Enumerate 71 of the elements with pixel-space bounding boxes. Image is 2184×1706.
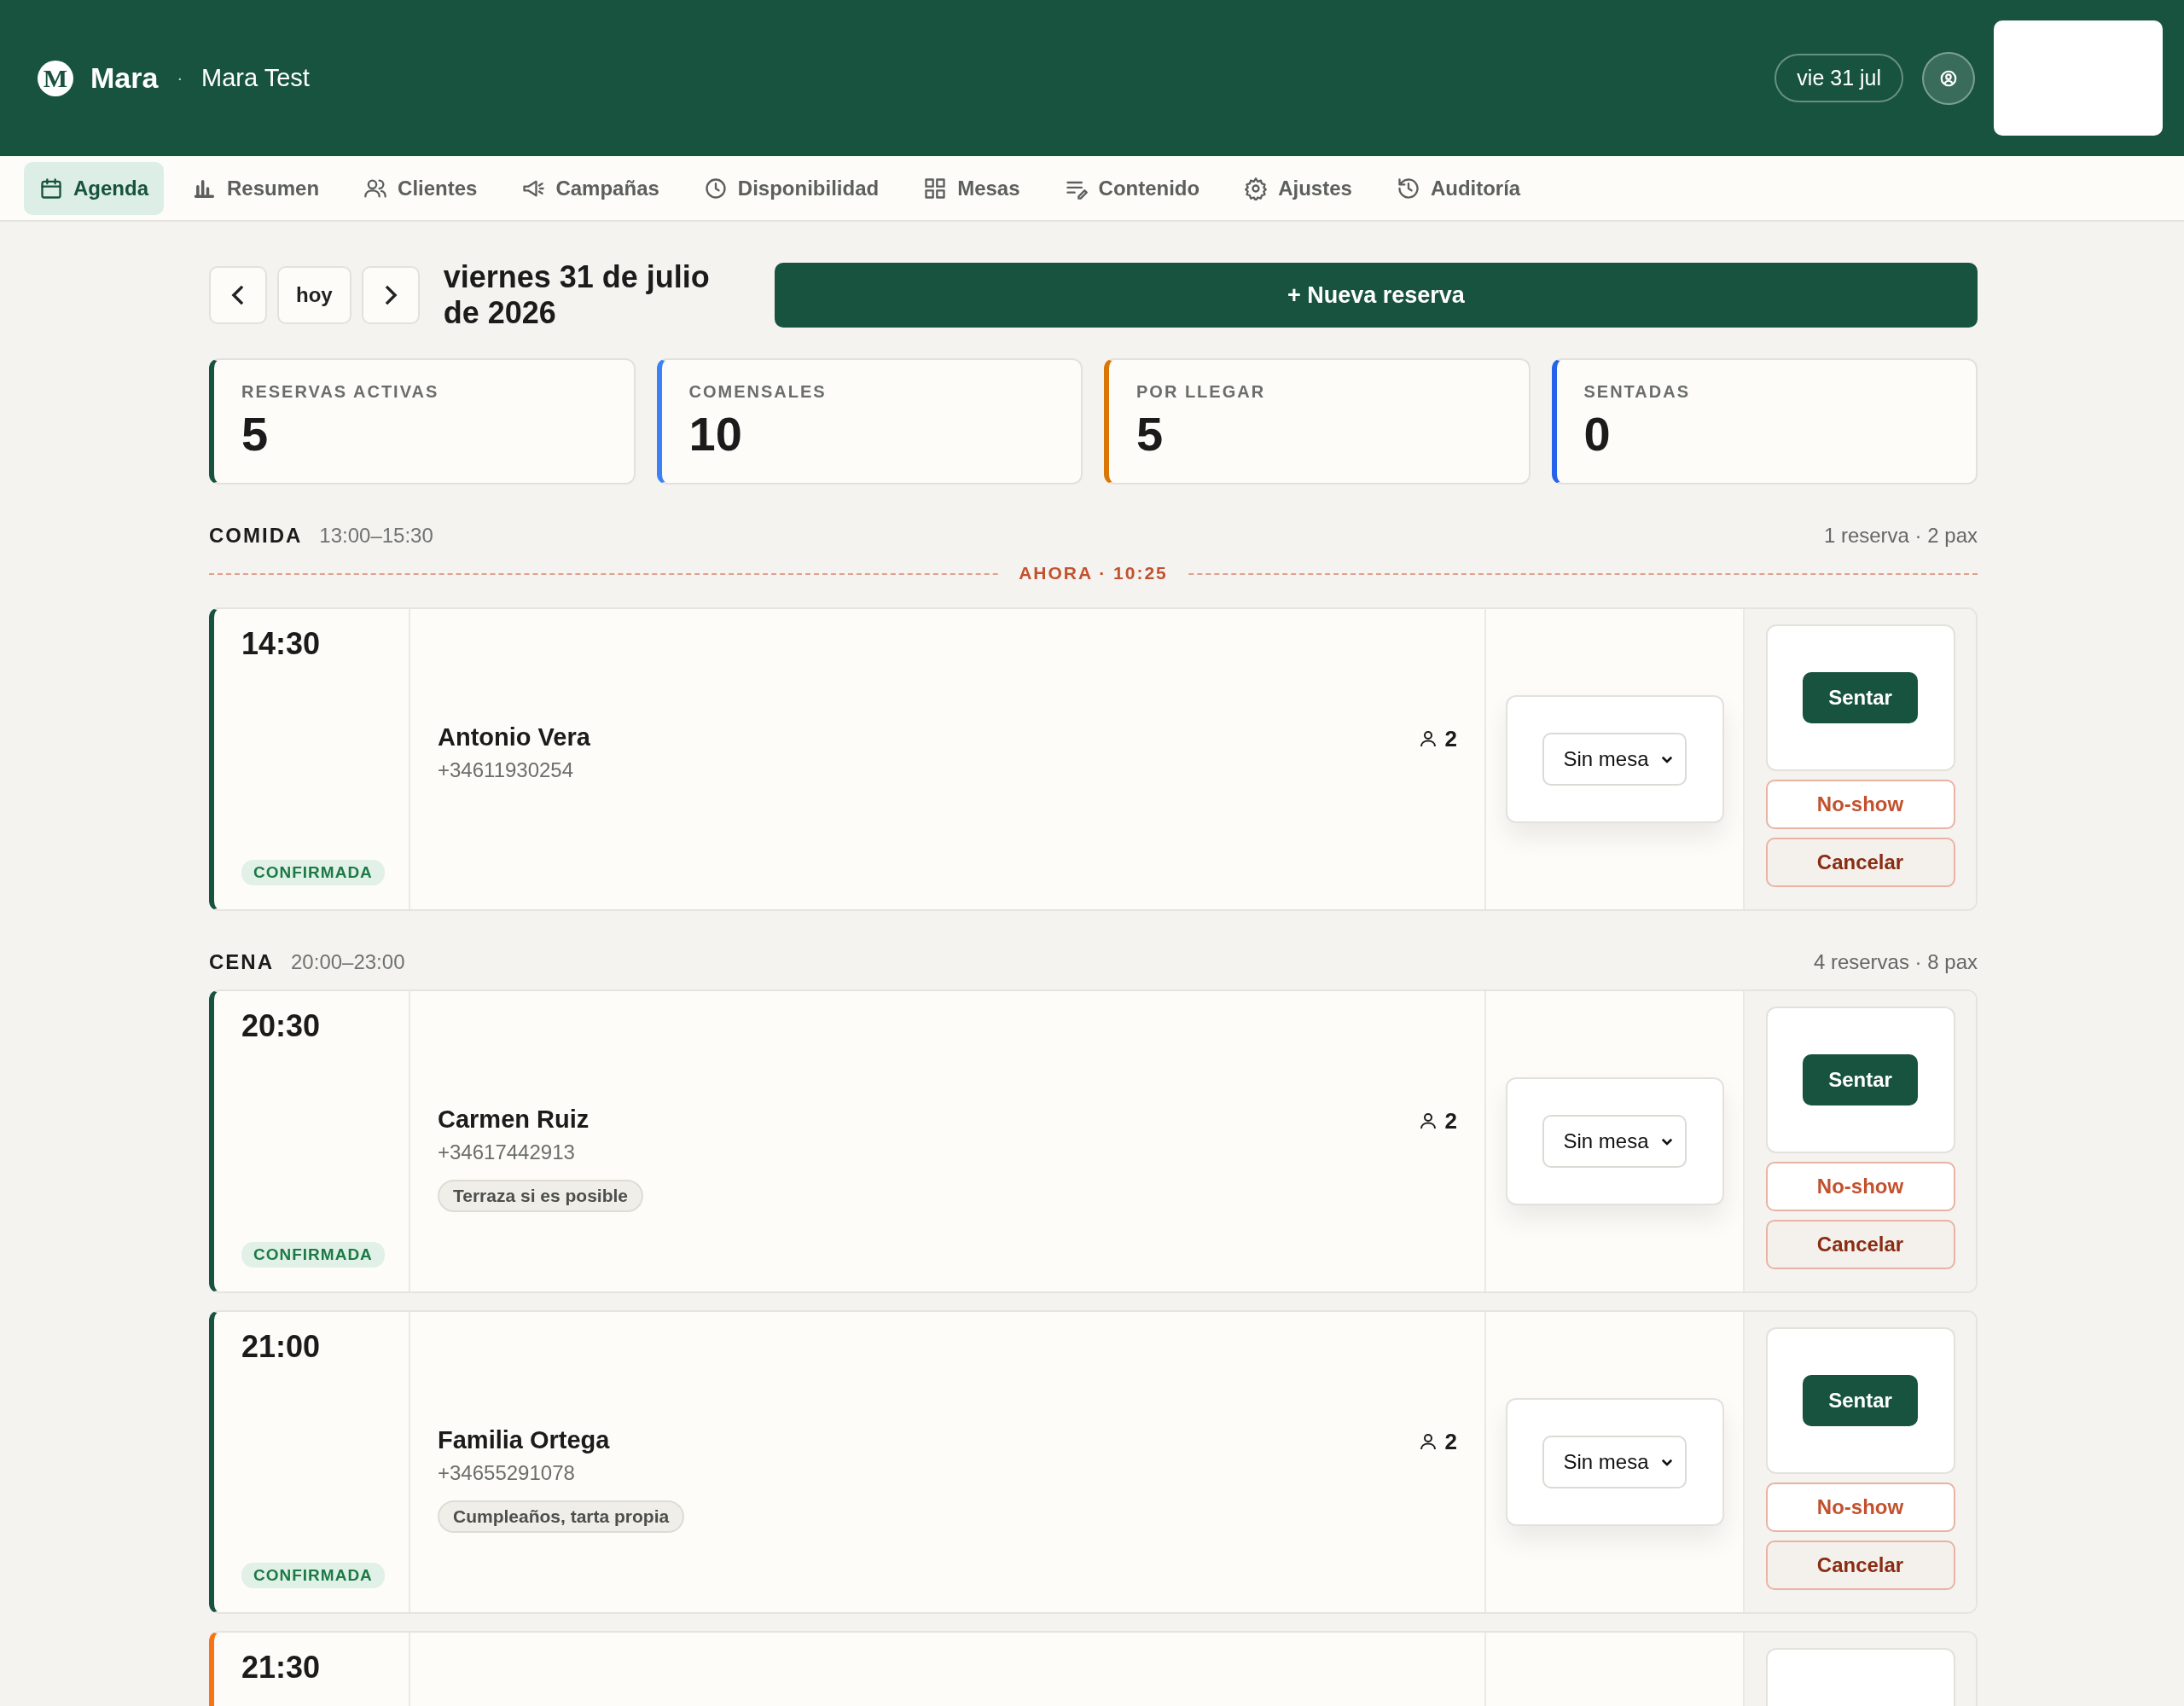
- guest-phone: +34611930254: [438, 758, 574, 782]
- stat-value: 5: [241, 410, 270, 458]
- user-circle-icon: [1939, 68, 1958, 88]
- service-hours: 13:00–15:30: [319, 524, 433, 548]
- status-label: CONFIRMADA: [241, 1242, 385, 1268]
- reservation-time: 21:30: [241, 1650, 321, 1686]
- nav-tab[interactable]: Contenido: [1048, 161, 1216, 215]
- clock-icon: [703, 176, 728, 200]
- seat-button[interactable]: Sentar: [1803, 672, 1918, 723]
- reservation-note: Terraza si es posible: [438, 1180, 644, 1212]
- guest-name: Familia Ortega: [438, 1426, 610, 1454]
- table-select[interactable]: Sin mesa: [1542, 1115, 1687, 1168]
- reservation-time: 21:00: [241, 1329, 321, 1365]
- no-show-button[interactable]: No-show: [1765, 780, 1955, 829]
- cancel-button[interactable]: Cancelar: [1765, 838, 1955, 887]
- seat-button[interactable]: Sentar: [1803, 1054, 1918, 1105]
- stat-value: 10: [688, 410, 743, 458]
- venue-name: Mara Test: [201, 64, 310, 92]
- today-button[interactable]: hoy: [277, 266, 351, 324]
- nav-tab[interactable]: Mesas: [908, 161, 1036, 215]
- separator-dot: ·: [177, 68, 183, 88]
- reservation-time: 14:30: [241, 626, 321, 662]
- logo-icon: M: [38, 60, 73, 96]
- grid-icon: [923, 176, 948, 200]
- status-label: CONFIRMADA: [241, 860, 385, 885]
- seat-button[interactable]: Sentar: [1803, 1375, 1918, 1426]
- service-summary: 1 reserva · 2 pax: [1823, 524, 1978, 548]
- date-title: viernes 31 de julio de 2026: [443, 259, 711, 331]
- next-button[interactable]: [361, 266, 420, 324]
- nav-tab[interactable]: Ajustes: [1228, 161, 1368, 215]
- nav-tab[interactable]: Clientes: [348, 161, 493, 215]
- guest-name: Antonio Vera: [438, 723, 590, 751]
- date-pill[interactable]: vie 31 jul: [1774, 54, 1903, 102]
- guest-phone: +34617442913: [438, 1140, 575, 1164]
- nav-tab[interactable]: Auditoría: [1380, 161, 1536, 215]
- nav-tab[interactable]: Resumen: [177, 161, 335, 215]
- cancel-button[interactable]: Cancelar: [1765, 1541, 1955, 1590]
- nav-tab[interactable]: Disponibilidad: [688, 161, 895, 215]
- reservation-time: 20:30: [241, 1008, 321, 1044]
- guest-name: Carmen Ruiz: [438, 1105, 590, 1134]
- table-select[interactable]: Sin mesa: [1542, 1436, 1687, 1488]
- guest-count: 2: [1444, 1428, 1457, 1455]
- no-show-button[interactable]: No-show: [1765, 1483, 1955, 1532]
- reservation-note: Cumpleaños, tarta propia: [438, 1500, 685, 1533]
- chevron-left-icon: [231, 284, 245, 306]
- stat-label: RESERVAS ACTIVAS: [241, 382, 440, 402]
- table-select[interactable]: Sin mesa: [1542, 733, 1687, 786]
- cancel-button[interactable]: Cancelar: [1765, 1220, 1955, 1269]
- service-name: COMIDA: [209, 524, 303, 548]
- no-show-button[interactable]: No-show: [1765, 1162, 1955, 1211]
- guest-phone: +34655291078: [438, 1461, 575, 1485]
- chevron-right-icon: [383, 284, 398, 306]
- guest-count: 2: [1444, 725, 1457, 752]
- calendar-icon: [39, 176, 63, 200]
- previous-button[interactable]: [209, 266, 267, 324]
- service-name: CENA: [209, 950, 274, 974]
- stat-label: SENTADAS: [1583, 382, 1692, 402]
- stat-value: 0: [1583, 410, 1612, 458]
- brand-name: Mara: [90, 61, 159, 95]
- stat-value: 5: [1136, 410, 1165, 458]
- stat-label: POR LLEGAR: [1136, 382, 1267, 402]
- service-summary: 4 reservas · 8 pax: [1813, 950, 1978, 974]
- service-hours: 20:00–23:00: [291, 950, 405, 974]
- new-reservation-button[interactable]: + Nueva reserva: [774, 263, 1978, 328]
- status-label: CONFIRMADA: [241, 1563, 385, 1588]
- nav-tab[interactable]: Agenda: [24, 161, 164, 215]
- nav-tab[interactable]: Campañas: [506, 161, 675, 215]
- guest-count: 2: [1444, 1107, 1457, 1134]
- settings-icon: [1244, 176, 1269, 200]
- history-icon: [1396, 176, 1420, 200]
- stat-label: COMENSALES: [688, 382, 828, 402]
